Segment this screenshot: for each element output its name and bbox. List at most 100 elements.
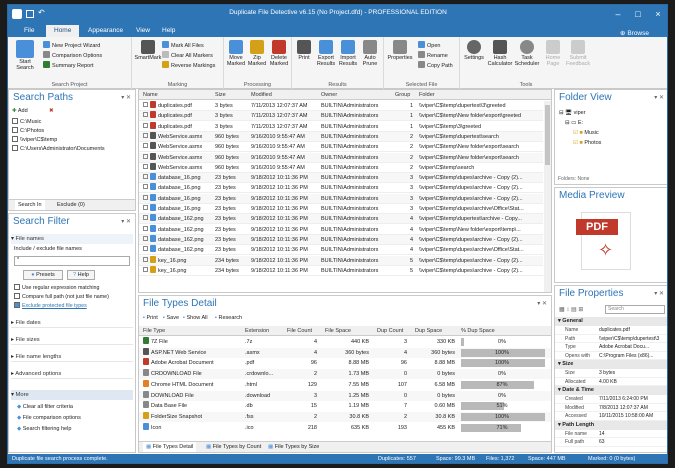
table-row[interactable]: WebService.asmx 960 bytes 9/16/2010 9:55:4… — [139, 142, 543, 153]
mark-checkbox-icon[interactable] — [143, 266, 148, 272]
file-type-row[interactable]: CRDOWNLOAD File .crdownlo... 2 1.73 MB 0 0 by… — [139, 369, 551, 380]
mark-checkbox-icon[interactable] — [143, 205, 148, 210]
col-owner[interactable]: Owner — [319, 90, 391, 99]
file-type-row[interactable]: 7Z File .7z 4 440 KB 3 330 KB 0% — [139, 337, 551, 347]
clear-all-markers-button[interactable]: Clear All Markers — [162, 51, 213, 59]
remove-path-icon[interactable]: ✖ — [49, 108, 54, 114]
file-type-row[interactable]: ASP.NET Web Service .asmx 4 360 bytes 4 360 b… — [139, 347, 551, 358]
tab-search-in[interactable]: Search In — [15, 200, 45, 210]
table-row[interactable]: key_16.png 234 bytes 9/18/2012 10:11:36 PM… — [139, 255, 543, 266]
quick-undo-icon[interactable]: ↶ — [38, 8, 45, 17]
property-section[interactable]: ▾ Size — [555, 360, 667, 369]
mark-checkbox-icon[interactable] — [143, 122, 148, 128]
results-scrollbar[interactable] — [544, 101, 551, 292]
mark-checkbox-icon[interactable] — [143, 256, 148, 262]
tab-exclude[interactable]: Exclude (0) — [57, 200, 85, 210]
tab-home[interactable]: Home — [46, 25, 80, 37]
results-scroll-thumb[interactable] — [545, 105, 550, 165]
col-folder[interactable]: Folder — [417, 90, 549, 99]
property-section[interactable]: ▾ Date & Time — [555, 386, 667, 395]
file-name-filter-input[interactable]: * — [14, 256, 130, 266]
col-modified[interactable]: Modified — [249, 90, 317, 99]
smartmark-button[interactable]: SmartMark — [134, 40, 162, 61]
open-button[interactable]: Open — [418, 41, 440, 49]
tab-help[interactable]: Help — [154, 25, 183, 37]
checkbox-icon[interactable] — [12, 145, 18, 151]
ft-toolbar-button[interactable]: ▪ Show All — [183, 315, 208, 321]
filter-link[interactable]: ◆ Clear all filter criteria — [17, 402, 133, 413]
tree-node-e[interactable]: ⊟ ▭ E: — [565, 120, 583, 126]
tree-node-photos[interactable]: ☑ ■ Photos — [573, 140, 601, 146]
properties-controls-icon[interactable]: ▾ ✕ — [654, 290, 664, 297]
ft-col-dcount[interactable]: Dup Count — [375, 326, 411, 335]
home-page-button[interactable]: Home Page — [542, 40, 564, 67]
ft-col-dspace[interactable]: Dup Space — [413, 326, 457, 335]
filter-option-checkbox[interactable]: Compare full path (not just file name) — [14, 293, 133, 302]
properties-search-input[interactable]: Search — [605, 305, 665, 314]
mark-checkbox-icon[interactable] — [143, 174, 148, 180]
start-search-button[interactable]: Start Search — [11, 40, 39, 71]
col-name[interactable]: Name — [141, 90, 211, 99]
col-size[interactable]: Size — [213, 90, 247, 99]
filter-option-checkbox[interactable]: Use regular expression matching — [14, 284, 133, 293]
property-section[interactable]: ▾ Path Length — [555, 420, 667, 430]
presets-button[interactable]: ● Presets — [23, 270, 63, 280]
minimize-button[interactable]: – — [609, 7, 627, 21]
search-path-item[interactable]: C:\Music — [12, 118, 133, 127]
hash-calculator-button[interactable]: Hash Calculator — [487, 40, 513, 67]
new-project-wizard-button[interactable]: New Project Wizard — [43, 41, 100, 49]
filter-section-2[interactable]: ▸ File name lengths — [11, 352, 133, 362]
quick-save-icon[interactable] — [26, 10, 34, 18]
table-row[interactable]: WebService.asmx 960 bytes 9/16/2010 9:55:4… — [139, 152, 543, 163]
comparison-options-button[interactable]: Comparison Options — [43, 51, 102, 59]
mark-checkbox-icon[interactable] — [143, 194, 148, 200]
table-row[interactable]: database_16.png 23 bytes 9/18/2012 10:11:3… — [139, 204, 543, 214]
table-row[interactable]: database_162.png 23 bytes 9/18/2012 10:11:… — [139, 214, 543, 225]
checkbox-icon[interactable] — [12, 136, 18, 142]
file-type-row[interactable]: Data Base File .db 15 1.19 MB 7 0.60 MB 51% — [139, 401, 551, 412]
ft-col-count[interactable]: File Count — [285, 326, 321, 335]
mark-checkbox-icon[interactable] — [143, 184, 148, 190]
table-row[interactable]: key_16.png 234 bytes 9/18/2012 10:11:36 PM… — [139, 265, 543, 276]
search-path-item[interactable]: \\viper\C$\temp — [12, 136, 133, 145]
properties-button[interactable]: Properties — [386, 40, 414, 61]
file-type-row[interactable]: DOWNLOAD File .download 3 1.25 MB 0 0 bytes 0% — [139, 390, 551, 401]
filter-section-0[interactable]: ▸ File dates — [11, 318, 133, 328]
mark-checkbox-icon[interactable] — [143, 132, 148, 138]
pane-pin-icon[interactable]: ▾ ✕ — [121, 94, 131, 101]
mark-checkbox-icon[interactable] — [143, 143, 148, 149]
ft-tab[interactable]: ▦ File Types by Size — [265, 442, 322, 452]
tree-node-music[interactable]: ☑ ■ Music — [573, 130, 599, 136]
mark-checkbox-icon[interactable] — [143, 215, 148, 221]
table-row[interactable]: duplicates.pdf 3 bytes 7/11/2013 12:07:37 … — [139, 111, 543, 122]
mark-checkbox-icon[interactable] — [143, 163, 148, 169]
zip-marked-button[interactable]: Zip Marked — [247, 40, 267, 67]
mark-checkbox-icon[interactable] — [143, 225, 148, 231]
table-row[interactable]: duplicates.pdf 3 bytes 7/11/2013 12:07:37 … — [139, 101, 543, 111]
file-type-row[interactable]: Chrome HTML Document .html 129 7.55 MB 107 6.… — [139, 379, 551, 390]
file-type-row[interactable]: Adobe Acrobat Document .pdf 96 8.88 MB 96 8.8… — [139, 358, 551, 369]
checkbox-icon[interactable] — [12, 118, 18, 124]
export-results-button[interactable]: Export Results — [316, 40, 336, 67]
table-row[interactable]: database_16.png 23 bytes 9/18/2012 10:11:3… — [139, 193, 543, 204]
mark-checkbox-icon[interactable] — [143, 112, 148, 118]
import-results-button[interactable]: Import Results — [338, 40, 358, 67]
search-path-item[interactable]: C:\Photos — [12, 127, 133, 136]
table-row[interactable]: database_16.png 23 bytes 9/18/2012 10:11:3… — [139, 173, 543, 184]
search-path-item[interactable]: C:\Users\Administrator\Documents — [12, 145, 133, 154]
copy-path-button[interactable]: Copy Path — [418, 61, 453, 69]
table-row[interactable]: database_162.png 23 bytes 9/18/2012 10:11:… — [139, 224, 543, 235]
summary-report-button[interactable]: Summary Report — [43, 61, 94, 69]
table-row[interactable]: WebService.asmx 960 bytes 9/16/2010 9:55:4… — [139, 162, 543, 173]
ft-tab[interactable]: ▦ File Types Detail — [143, 442, 197, 452]
file-type-row[interactable]: Icon .ico 218 635 KB 193 455 KB 71% — [139, 422, 551, 433]
mark-checkbox-icon[interactable] — [143, 153, 148, 159]
move-marked-button[interactable]: Move Marked — [226, 40, 246, 67]
mark-all-files-button[interactable]: Mark All Files — [162, 41, 204, 49]
mark-checkbox-icon[interactable] — [143, 102, 148, 107]
ft-col-space[interactable]: File Space — [323, 326, 373, 335]
file-names-section[interactable]: ▾ File names — [11, 234, 133, 244]
filter-link[interactable]: ◆ Search filtering help — [17, 424, 133, 435]
col-group[interactable]: Group — [393, 90, 417, 99]
delete-marked-button[interactable]: Delete Marked — [268, 40, 290, 67]
